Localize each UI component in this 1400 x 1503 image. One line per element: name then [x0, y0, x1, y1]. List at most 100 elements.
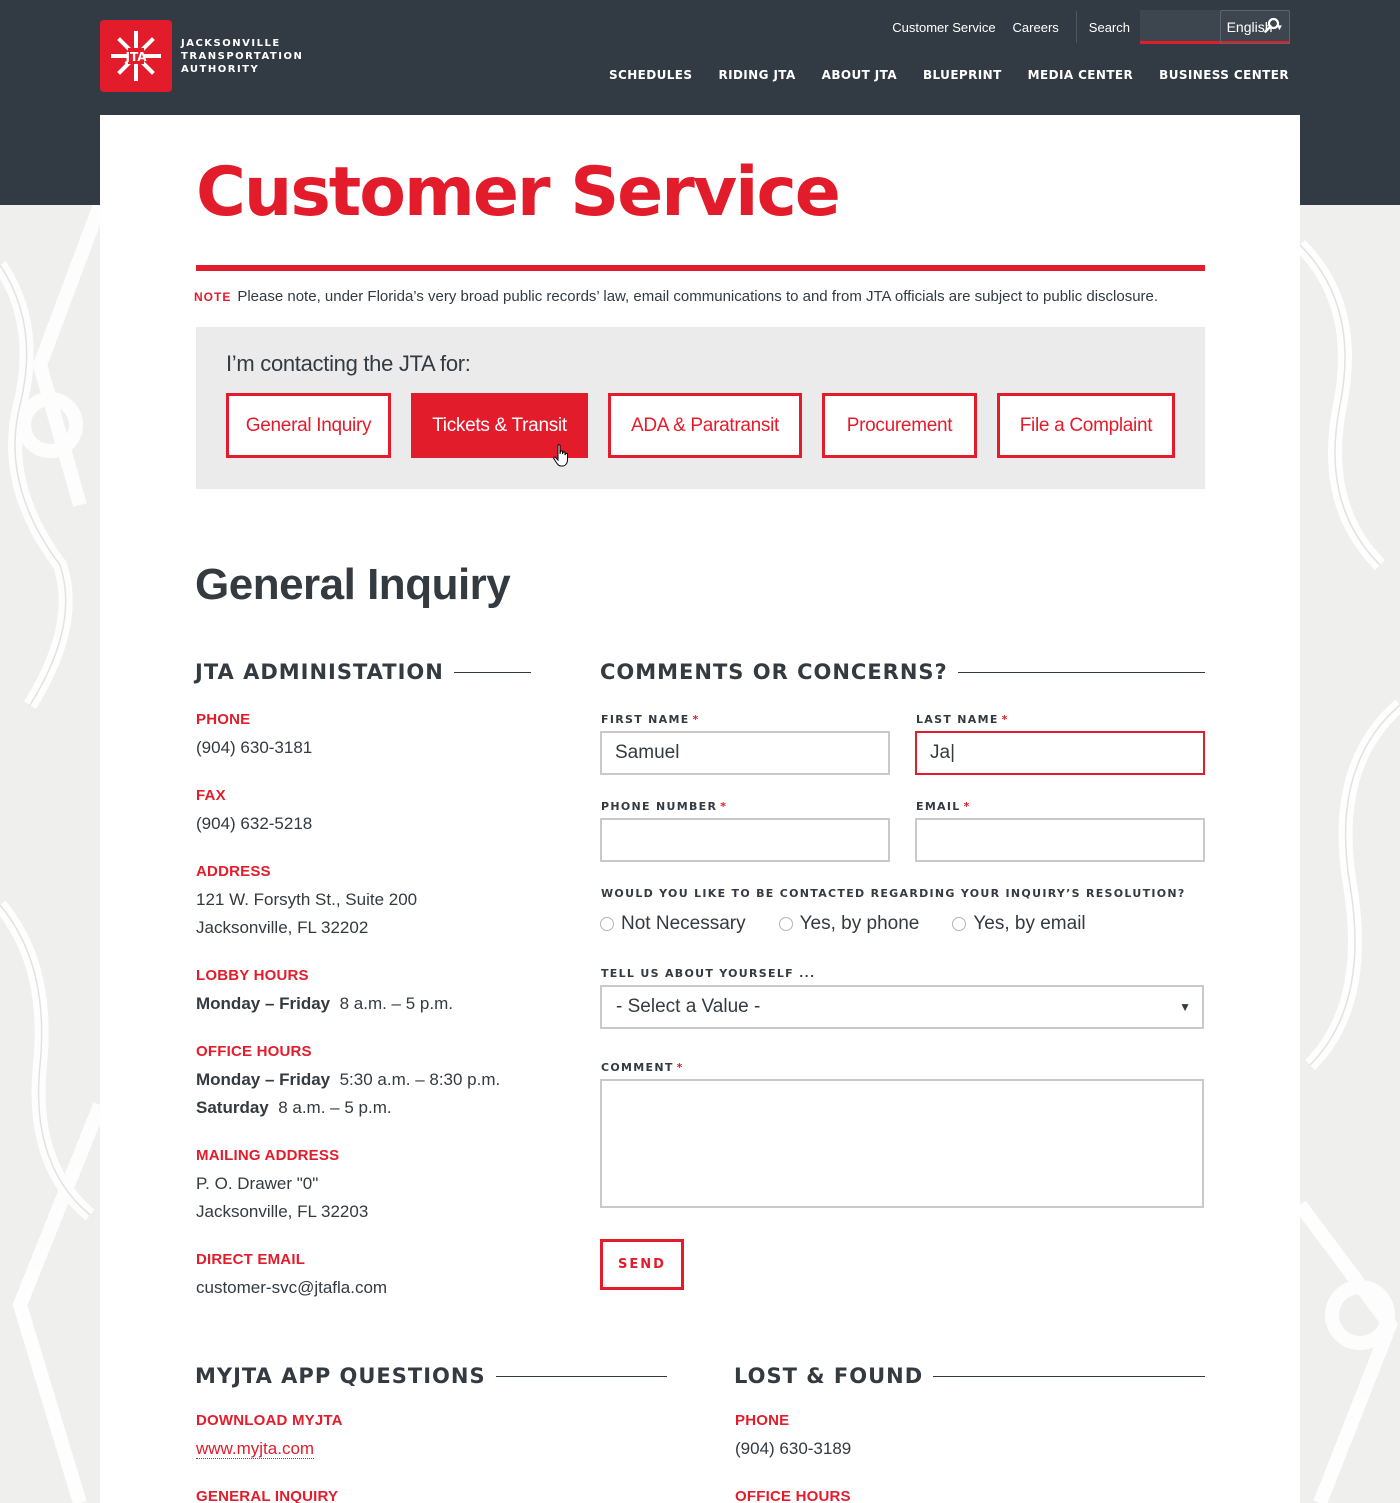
admin-phone-label: PHONE	[196, 711, 251, 728]
first-name-label: FIRST NAME *	[601, 713, 700, 726]
office-hours-label: OFFICE HOURS	[196, 1043, 312, 1060]
first-name-input[interactable]	[602, 733, 888, 773]
phone-number-label-text: PHONE NUMBER	[601, 800, 718, 813]
topic-general-inquiry[interactable]: General Inquiry	[226, 393, 391, 458]
radio-yes-email[interactable]: Yes, by email	[952, 913, 1086, 935]
mailing-address-label: MAILING ADDRESS	[196, 1147, 340, 1164]
send-button[interactable]: SEND	[600, 1239, 684, 1290]
nav-media-center[interactable]: MEDIA CENTER	[1028, 68, 1134, 82]
nav-riding-jta[interactable]: RIDING JTA	[718, 68, 795, 82]
office-days-saturday: Saturday	[196, 1098, 269, 1117]
contact-question: WOULD YOU LIKE TO BE CONTACTED REGARDING…	[601, 887, 1186, 900]
main-nav: SCHEDULES RIDING JTA ABOUT JTA BLUEPRINT…	[583, 68, 1289, 82]
myjta-link[interactable]: www.myjta.com	[196, 1439, 315, 1459]
lobby-days: Monday – Friday	[196, 994, 331, 1013]
office-time-weekday: 5:30 a.m. – 8:30 p.m.	[339, 1070, 501, 1089]
admin-address-line1: 121 W. Forsyth St., Suite 200	[196, 890, 418, 909]
myjta-general-inquiry-label: GENERAL INQUIRY	[196, 1488, 339, 1503]
last-name-label-text: LAST NAME	[916, 713, 999, 726]
hand-cursor-icon	[553, 444, 571, 473]
radio-circle-icon[interactable]	[778, 917, 793, 931]
email-field	[915, 818, 1205, 862]
heading-rule	[933, 1375, 1205, 1377]
first-name-field	[600, 731, 890, 775]
logo-line: Jacksonville	[181, 37, 281, 49]
direct-email[interactable]: customer-svc@jtafla.com	[196, 1278, 387, 1298]
topic-file-complaint[interactable]: File a Complaint	[997, 393, 1175, 458]
contact-prompt: I’m contacting the JTA for:	[226, 351, 471, 376]
logo-line: Transportation	[181, 50, 304, 62]
note-tag: NOTE	[194, 290, 232, 304]
lost-found-phone: (904) 630-3189	[735, 1439, 852, 1458]
radio-label: Yes, by phone	[799, 913, 920, 934]
lobby-hours-label: LOBBY HOURS	[196, 967, 309, 984]
radio-not-necessary[interactable]: Not Necessary	[600, 913, 746, 935]
utility-divider	[1075, 11, 1077, 43]
office-days-weekday: Monday – Friday	[196, 1070, 331, 1089]
contact-topic-panel: I’m contacting the JTA for: General Inqu…	[196, 327, 1205, 489]
phone-number-input[interactable]	[602, 820, 888, 860]
mailing-address-line2: Jacksonville, FL 32203	[196, 1202, 369, 1221]
myjta-link-wrap: www.myjta.com	[196, 1439, 315, 1459]
customer-service-link[interactable]: Customer Service	[892, 20, 995, 35]
lobby-time: 8 a.m. – 5 p.m.	[339, 994, 453, 1013]
myjta-heading-text: MYJTA APP QUESTIONS	[195, 1364, 486, 1388]
office-hours-saturday: Saturday 8 a.m. – 5 p.m.	[196, 1098, 392, 1118]
nav-blueprint[interactable]: BLUEPRINT	[923, 68, 1002, 82]
required-mark: *	[1001, 713, 1009, 726]
logo-line: Authority	[181, 63, 260, 75]
caret-down-icon: ▼	[1275, 22, 1284, 32]
admin-address-label: ADDRESS	[196, 863, 271, 880]
myjta-heading: MYJTA APP QUESTIONS	[195, 1364, 667, 1388]
language-select[interactable]: English ▼	[1220, 10, 1290, 44]
radio-label: Yes, by email	[973, 913, 1086, 934]
caret-down-icon: ▼	[1179, 1000, 1191, 1014]
public-records-note: NOTE Please note, under Florida’s very br…	[194, 288, 1158, 305]
nav-business-center[interactable]: BUSINESS CENTER	[1159, 68, 1289, 82]
nav-schedules[interactable]: SCHEDULES	[609, 68, 692, 82]
mailing-address-line1: P. O. Drawer "0"	[196, 1174, 319, 1193]
title-rule	[196, 265, 1205, 271]
nav-about-jta[interactable]: ABOUT JTA	[822, 68, 897, 82]
logo-text: Jacksonville Transportation Authority	[181, 37, 303, 76]
careers-link[interactable]: Careers	[1013, 20, 1059, 35]
phone-number-label: PHONE NUMBER *	[601, 800, 727, 813]
search-label: Search	[1088, 19, 1130, 35]
note-text: Please note, under Florida’s very broad …	[237, 288, 1159, 305]
about-yourself-select[interactable]: - Select a Value - ▼	[600, 985, 1204, 1029]
page-title: Customer Service	[196, 153, 841, 232]
radio-yes-phone[interactable]: Yes, by phone	[778, 913, 920, 935]
administration-heading-text: JTA ADMINISTATION	[195, 660, 444, 684]
jta-logo[interactable]: JTA Jacksonville Transportation Authorit…	[100, 20, 303, 92]
required-mark: *	[676, 1061, 684, 1074]
email-input[interactable]	[917, 820, 1203, 860]
last-name-field	[915, 731, 1205, 775]
comment-textarea[interactable]	[600, 1079, 1204, 1208]
direct-email-label: DIRECT EMAIL	[196, 1251, 306, 1268]
last-name-label: LAST NAME *	[916, 713, 1009, 726]
radio-circle-icon[interactable]	[952, 917, 967, 931]
admin-phone: (904) 630-3181	[196, 738, 313, 757]
email-label: EMAIL *	[916, 800, 971, 813]
office-hours-weekday: Monday – Friday 5:30 a.m. – 8:30 p.m.	[196, 1070, 500, 1090]
admin-fax: (904) 632-5218	[196, 814, 313, 833]
email-label-text: EMAIL	[916, 800, 961, 813]
comments-heading-text: COMMENTS OR CONCERNS?	[600, 660, 948, 684]
comments-heading: COMMENTS OR CONCERNS?	[600, 660, 1205, 684]
content-card: Customer Service NOTE Please note, under …	[100, 115, 1300, 1503]
jta-logo-icon: JTA	[100, 20, 172, 92]
heading-rule	[957, 671, 1205, 673]
download-myjta-label: DOWNLOAD MYJTA	[196, 1412, 343, 1429]
office-time-saturday: 8 a.m. – 5 p.m.	[278, 1098, 392, 1117]
last-name-input[interactable]	[917, 733, 1203, 773]
lost-found-heading-text: LOST & FOUND	[734, 1364, 924, 1388]
about-yourself-label: TELL US ABOUT YOURSELF ...	[601, 967, 816, 980]
lost-found-heading: LOST & FOUND	[734, 1364, 1205, 1388]
radio-circle-icon[interactable]	[600, 917, 614, 931]
heading-rule	[453, 671, 531, 673]
topic-ada-paratransit[interactable]: ADA & Paratransit	[608, 393, 802, 458]
lost-found-phone-label: PHONE	[735, 1412, 790, 1429]
topic-procurement[interactable]: Procurement	[822, 393, 977, 458]
required-mark: *	[692, 713, 700, 726]
section-heading: General Inquiry	[195, 560, 511, 609]
